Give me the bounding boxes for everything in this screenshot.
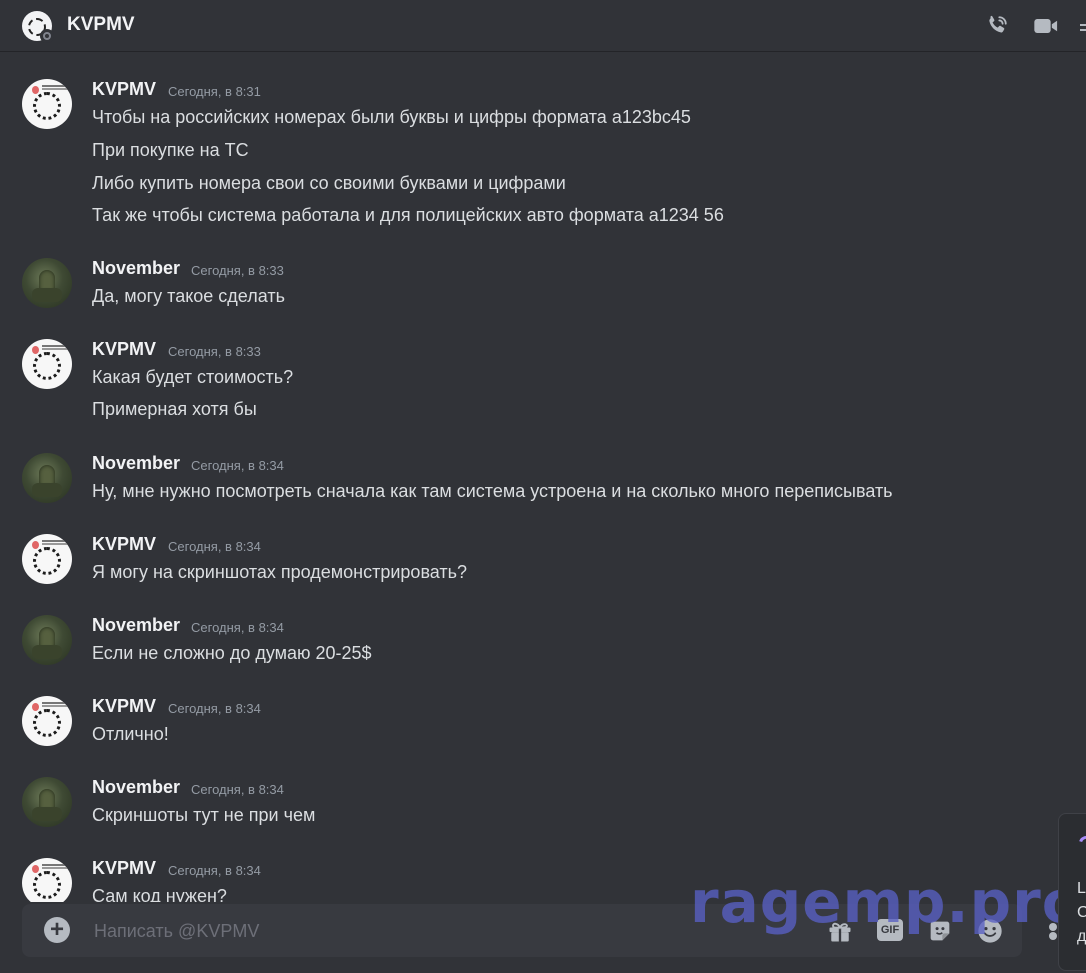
message-author[interactable]: KVPMV — [92, 534, 156, 555]
dm-header: KVPMV — [0, 0, 1086, 52]
message-author[interactable]: KVPMV — [92, 696, 156, 717]
message-author[interactable]: November — [92, 258, 180, 279]
video-camera-icon[interactable] — [1032, 12, 1060, 40]
popup-text: L — [1077, 880, 1086, 897]
user-avatar-kvpmv[interactable] — [22, 339, 72, 389]
message-list[interactable]: KVPMV Сегодня, в 8:31 Чтобы на российски… — [0, 52, 1086, 902]
user-avatar-november[interactable] — [22, 777, 72, 827]
message-timestamp: Сегодня, в 8:34 — [168, 701, 261, 716]
message-timestamp: Сегодня, в 8:33 — [168, 344, 261, 359]
popup-text: д — [1077, 928, 1086, 945]
user-avatar-november[interactable] — [22, 615, 72, 665]
user-avatar-kvpmv[interactable] — [22, 858, 72, 902]
message-text: Либо купить номера свои со своими буквам… — [92, 173, 566, 193]
popup-text: C — [1077, 904, 1086, 921]
user-avatar-kvpmv[interactable] — [22, 696, 72, 746]
message-text: Так же чтобы система работала и для поли… — [92, 205, 724, 225]
message-timestamp: Сегодня, в 8:34 — [191, 782, 284, 797]
message-timestamp: Сегодня, в 8:34 — [191, 458, 284, 473]
message-author[interactable]: November — [92, 453, 180, 474]
message-input[interactable] — [92, 914, 816, 949]
sticker-icon[interactable] — [926, 917, 954, 945]
message-text: Чтобы на российских номерах были буквы и… — [92, 107, 691, 127]
phone-call-icon[interactable] — [983, 12, 1011, 40]
emoji-icon[interactable] — [976, 917, 1004, 945]
message-author[interactable]: KVPMV — [92, 79, 156, 100]
user-avatar-november[interactable] — [22, 453, 72, 503]
plus-icon[interactable]: + — [44, 917, 70, 943]
message-timestamp: Сегодня, в 8:34 — [191, 620, 284, 635]
offline-status-icon — [40, 29, 54, 43]
message-timestamp: Сегодня, в 8:31 — [168, 84, 261, 99]
user-avatar-kvpmv[interactable] — [22, 79, 72, 129]
gif-icon[interactable]: GIF — [877, 919, 903, 941]
user-avatar-november[interactable] — [22, 258, 72, 308]
message-text: При покупке на ТС — [92, 140, 249, 160]
message-text: Примерная хотя бы — [92, 399, 257, 419]
message-author[interactable]: November — [92, 615, 180, 636]
message-text: Скриншоты тут не при чем — [92, 805, 316, 825]
more-icon[interactable] — [1078, 20, 1086, 34]
message-composer: + GIF — [22, 904, 1022, 957]
message-text: Какая будет стоимость? — [92, 367, 294, 387]
message-author[interactable]: KVPMV — [92, 858, 156, 879]
message-text: Сам код нужен? — [92, 886, 227, 902]
notification-popup[interactable]: L C д — [1058, 813, 1086, 971]
message-timestamp: Сегодня, в 8:33 — [191, 263, 284, 278]
dm-title[interactable]: KVPMV — [67, 14, 135, 36]
gift-icon[interactable] — [826, 917, 854, 945]
message-text: Отлично! — [92, 724, 169, 744]
message-text: Если не сложно до думаю 20-25$ — [92, 643, 372, 663]
message-timestamp: Сегодня, в 8:34 — [168, 863, 261, 878]
spinner-icon — [1076, 833, 1086, 853]
message-text: Да, могу такое сделать — [92, 286, 285, 306]
message-author[interactable]: KVPMV — [92, 339, 156, 360]
message-text: Ну, мне нужно посмотреть сначала как там… — [92, 481, 893, 501]
user-avatar-kvpmv[interactable] — [22, 534, 72, 584]
message-text: Я могу на скриншотах продемонстрировать? — [92, 562, 468, 582]
message-timestamp: Сегодня, в 8:34 — [168, 539, 261, 554]
message-author[interactable]: November — [92, 777, 180, 798]
